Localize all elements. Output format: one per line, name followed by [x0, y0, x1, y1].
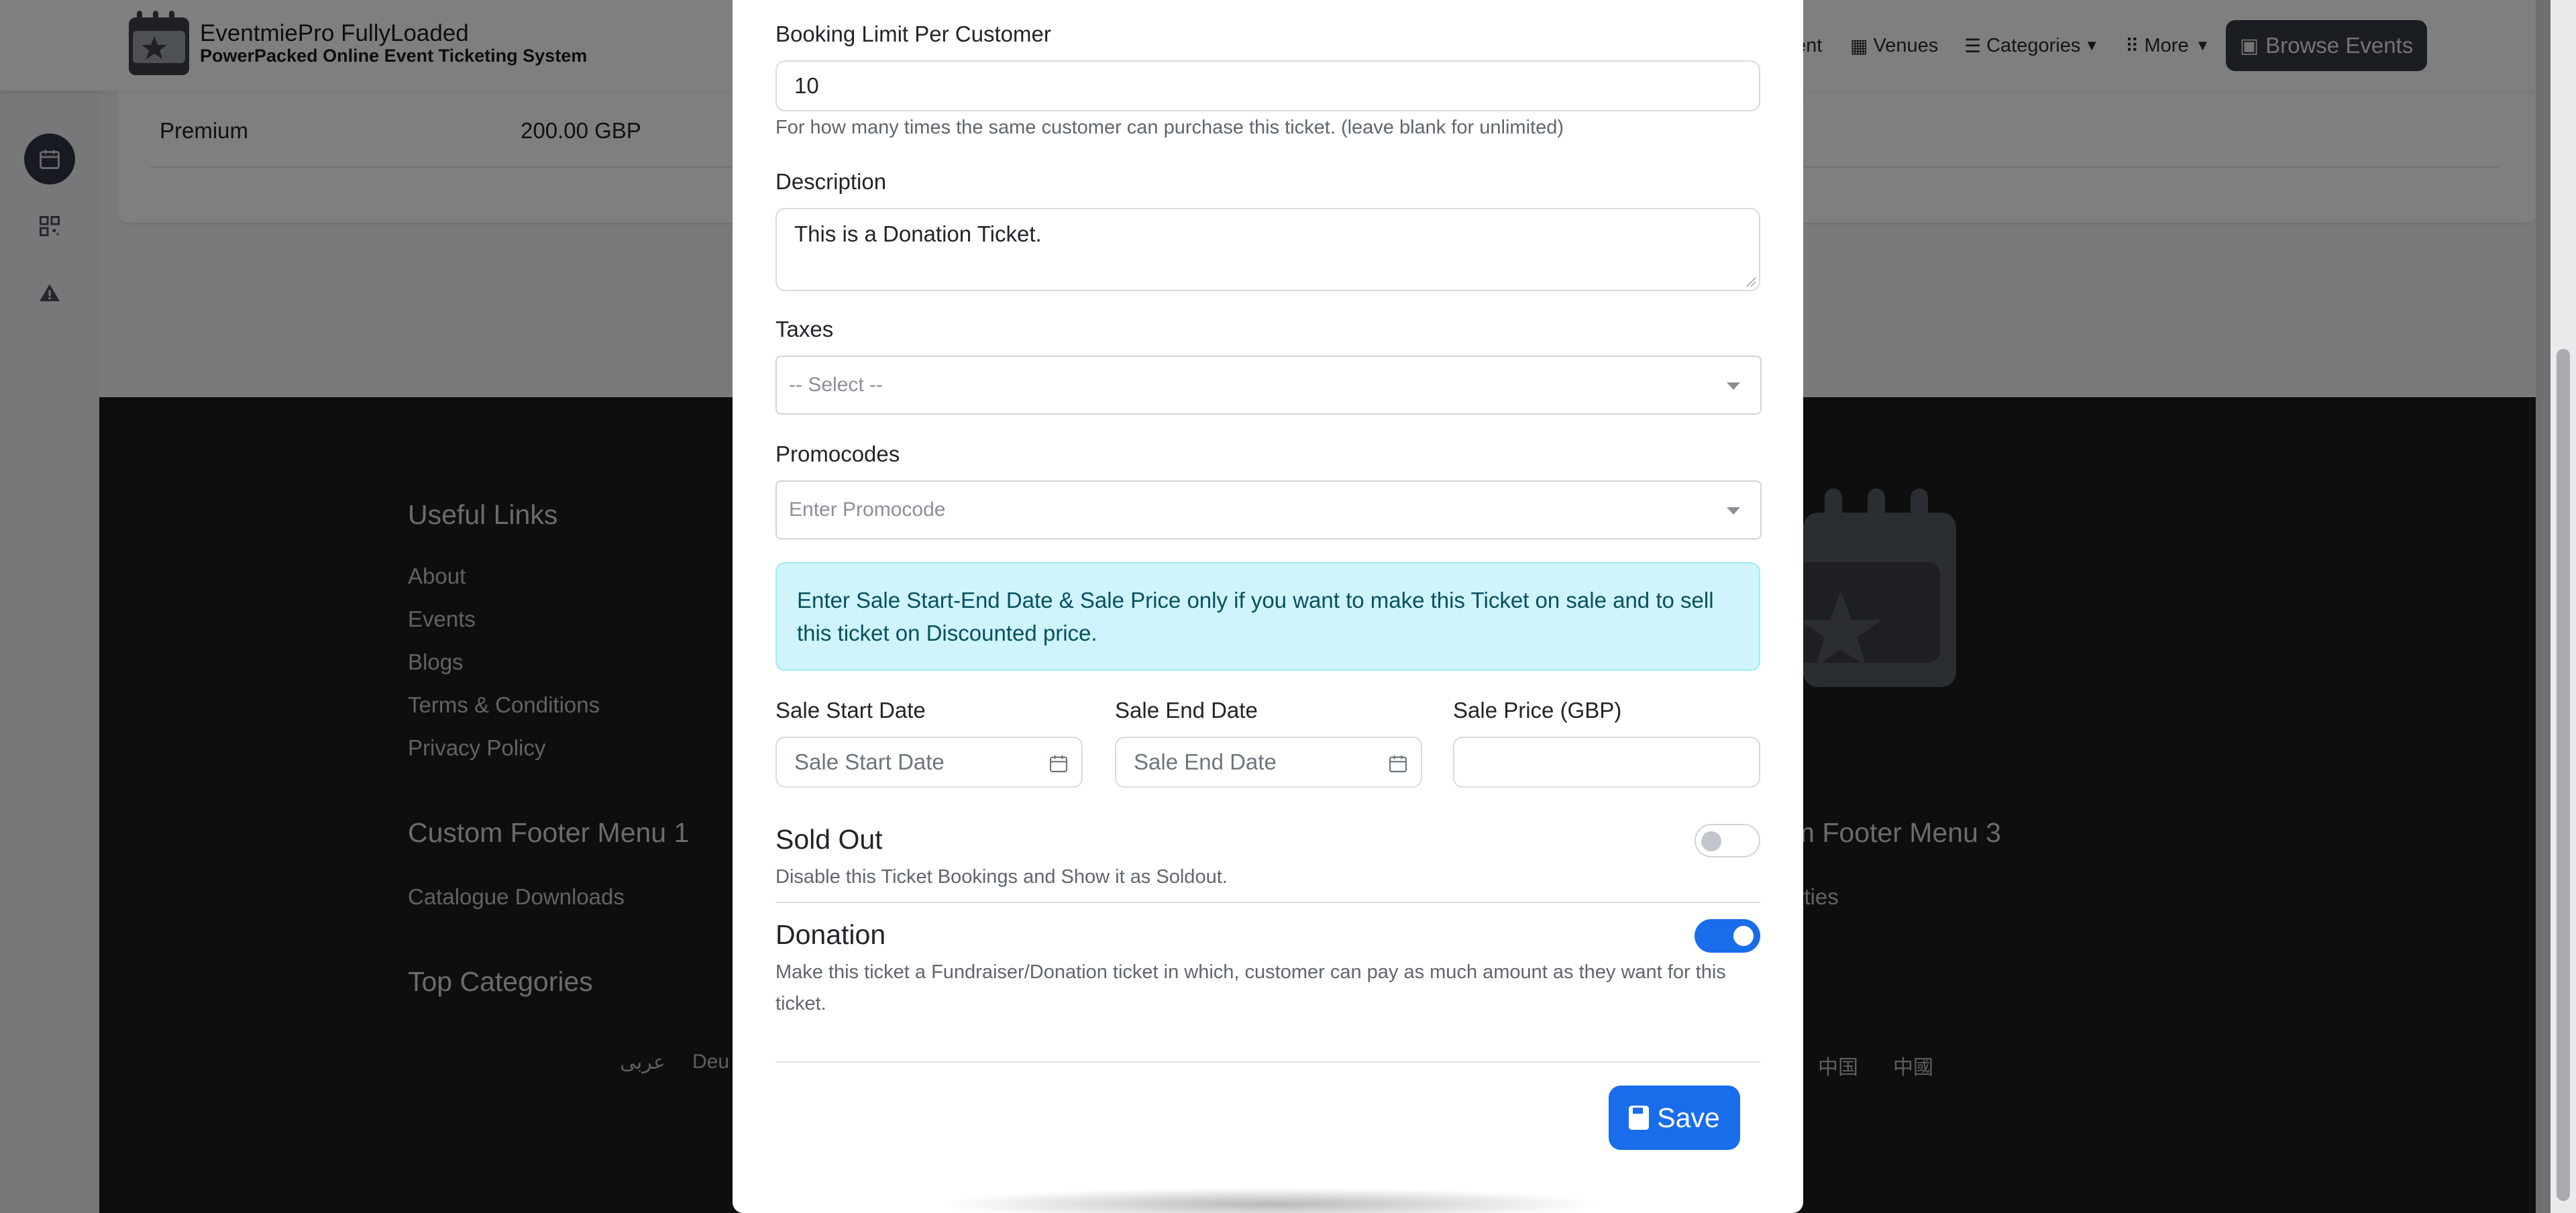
sale-start-label: Sale Start Date [775, 698, 926, 723]
sale-start-placeholder: Sale Start Date [794, 749, 945, 774]
donation-title: Donation [775, 919, 886, 950]
description-label: Description [775, 169, 887, 194]
save-button[interactable]: Save [1609, 1086, 1740, 1150]
booking-limit-label: Booking Limit Per Customer [775, 21, 1051, 46]
description-value: This is a Donation Ticket. [794, 221, 1042, 246]
resize-handle-icon[interactable] [1746, 276, 1756, 287]
scrollbar-thumb[interactable] [2557, 349, 2570, 1201]
edit-ticket-modal: Booking Limit Per Customer 10 For how ma… [733, 0, 1803, 1213]
taxes-placeholder: -- Select -- [789, 374, 883, 396]
promocodes-select[interactable]: Enter Promocode [775, 480, 1762, 539]
sale-end-label: Sale End Date [1115, 698, 1258, 723]
booking-limit-help: For how many times the same customer can… [775, 117, 1564, 138]
modal-shadow [934, 1188, 1605, 1213]
sale-start-input[interactable]: Sale Start Date [775, 737, 1083, 788]
calendar-icon[interactable] [1387, 753, 1409, 774]
booking-limit-value: 10 [794, 73, 819, 98]
divider [775, 902, 1760, 903]
booking-limit-input[interactable]: 10 [775, 60, 1760, 111]
chevron-down-icon [1727, 382, 1740, 390]
sold-out-title: Sold Out [775, 824, 883, 855]
taxes-label: Taxes [775, 317, 834, 341]
donation-toggle[interactable] [1695, 919, 1760, 953]
toggle-knob [1733, 926, 1754, 946]
toggle-knob [1701, 831, 1721, 851]
sale-price-label: Sale Price (GBP) [1453, 698, 1622, 723]
description-textarea[interactable]: This is a Donation Ticket. [775, 208, 1760, 291]
promocodes-label: Promocodes [775, 441, 900, 466]
save-label: Save [1657, 1102, 1720, 1133]
sold-out-toggle[interactable] [1695, 824, 1760, 857]
sale-price-input[interactable] [1453, 737, 1760, 788]
sold-out-description: Disable this Ticket Bookings and Show it… [775, 866, 1228, 888]
sale-end-input[interactable]: Sale End Date [1115, 737, 1422, 788]
calendar-icon[interactable] [1048, 753, 1069, 774]
chevron-down-icon [1727, 507, 1740, 515]
taxes-select[interactable]: -- Select -- [775, 356, 1762, 415]
sale-info-alert: Enter Sale Start-End Date & Sale Price o… [775, 562, 1760, 671]
floppy-disk-icon [1629, 1106, 1650, 1130]
divider [775, 1061, 1760, 1063]
page-scrollbar[interactable] [2551, 0, 2576, 1213]
donation-description: Make this ticket a Fundraiser/Donation t… [775, 961, 1726, 1014]
promocodes-placeholder: Enter Promocode [789, 498, 946, 521]
sale-end-placeholder: Sale End Date [1134, 749, 1277, 774]
